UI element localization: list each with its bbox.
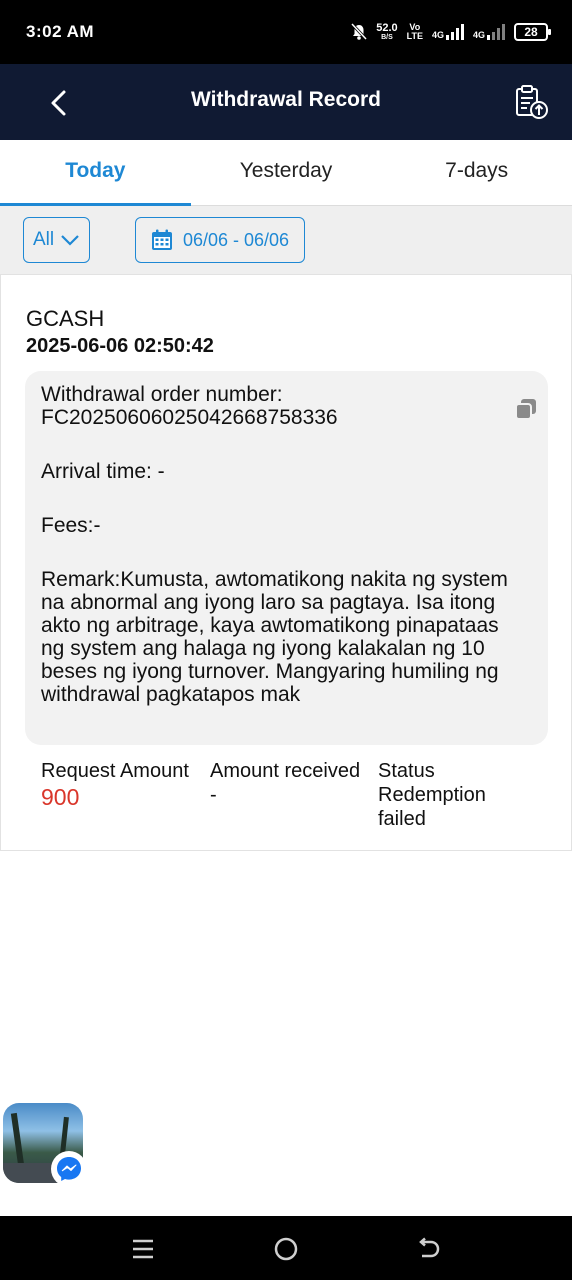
clipboard-upload-icon (516, 85, 548, 119)
signal-2: 4G (473, 24, 505, 40)
signal-1: 4G (432, 24, 464, 40)
tab-today[interactable]: Today (0, 140, 191, 206)
order-number: FC2025060602504266875833​6 (41, 406, 338, 429)
withdrawal-record-card: GCASH 2025-06-06 02:50:42 Withdrawal ord… (0, 274, 572, 851)
period-tabs: Today Yesterday 7-days (0, 140, 572, 206)
amount-received-value: - (210, 784, 217, 806)
status-label: Status (378, 760, 435, 782)
network-type-label: 4G (431, 30, 444, 40)
arrival-time: Arrival time: - (41, 460, 165, 483)
battery-icon: 28 (514, 23, 551, 41)
record-details: Withdrawal order number: FC2025060602504… (25, 371, 548, 745)
copy-icon (515, 399, 536, 420)
home-circle-icon (274, 1237, 298, 1261)
copy-button[interactable] (514, 397, 538, 421)
mute-notification-icon (351, 23, 368, 41)
fees: Fees:- (41, 514, 101, 537)
status-time: 3:02 AM (26, 22, 95, 41)
signal-bars-icon (445, 24, 464, 40)
withdrawal-datetime: 2025-06-06 02:50:42 (26, 335, 214, 357)
recent-apps-button[interactable] (131, 1238, 155, 1260)
chevron-down-icon (61, 235, 79, 246)
status-icons: 52.0 B/S Vo LTE 4G 4G 28 (351, 18, 551, 46)
back-arrow-icon (419, 1237, 440, 1258)
filter-bar: All 06/06 - 06/06 (0, 206, 572, 274)
date-range-picker[interactable]: 06/06 - 06/06 (135, 217, 305, 263)
signal-bars-icon (487, 24, 505, 40)
withdrawal-method: GCASH (26, 306, 105, 331)
date-range-value: 06/06 - 06/06 (182, 229, 290, 250)
messenger-badge (51, 1151, 87, 1187)
volte-indicator: Vo LTE (406, 22, 423, 41)
amount-received-label: Amount received (210, 760, 361, 782)
tab-7-days[interactable]: 7-days (381, 140, 572, 205)
status-bar: 3:02 AM 52.0 B/S Vo LTE 4G 4G 28 (0, 0, 572, 64)
type-filter-value: All (32, 229, 55, 250)
app-header: Withdrawal Record (0, 64, 572, 140)
home-button[interactable] (273, 1236, 299, 1262)
export-button[interactable] (512, 82, 552, 122)
messenger-icon (57, 1157, 81, 1181)
system-nav-bar (0, 1216, 572, 1280)
record-summary: Request Amount 900 Amount received - Sta… (41, 759, 561, 831)
status-column: Status Redemption failed (378, 759, 538, 831)
calendar-icon (151, 229, 172, 250)
tab-yesterday[interactable]: Yesterday (191, 140, 382, 205)
menu-icon (133, 1239, 153, 1259)
net-speed: 52.0 B/S (376, 21, 398, 41)
request-amount-value: 900 (41, 784, 80, 810)
amount-received-column: Amount received - (210, 759, 378, 831)
remark-text: Remark:Kumusta, awtomatikong nakita ng s… (41, 568, 508, 706)
request-amount-label: Request Amount (41, 760, 189, 782)
network-type-label: 4G (472, 30, 485, 40)
page-title: Withdrawal Record (190, 88, 381, 111)
system-back-button[interactable] (416, 1236, 442, 1262)
request-amount-column: Request Amount 900 (41, 759, 210, 831)
type-filter-dropdown[interactable]: All (23, 217, 90, 263)
order-number-label: Withdrawal order number: (41, 383, 283, 406)
status-value: Redemption failed (378, 784, 486, 830)
